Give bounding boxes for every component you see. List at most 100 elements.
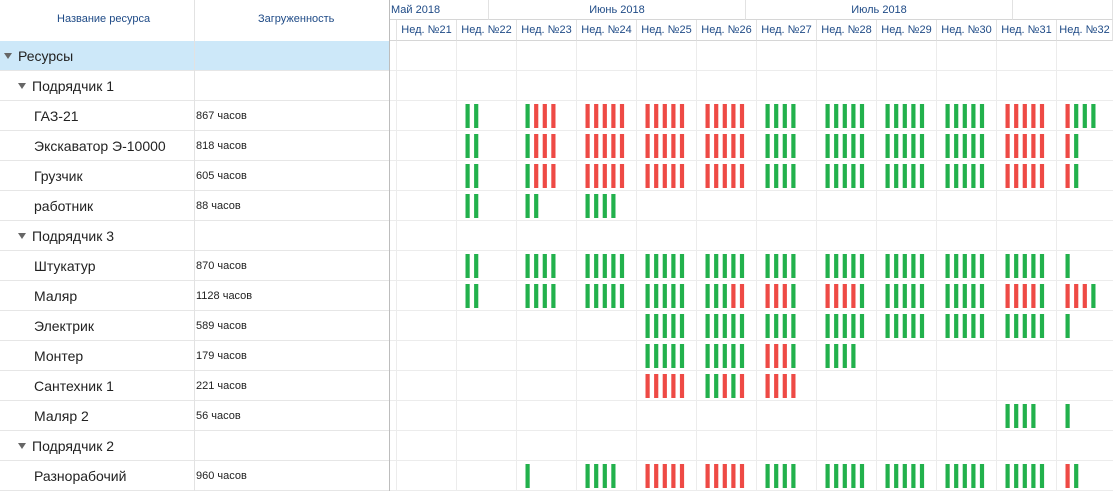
load-bar <box>1074 284 1079 308</box>
expand-triangle-icon[interactable] <box>18 443 26 449</box>
load-bar <box>919 164 925 188</box>
load-bar <box>885 314 890 338</box>
load-bar <box>1022 254 1027 278</box>
load-bar <box>714 104 719 128</box>
load-bar <box>662 374 667 398</box>
load-bar <box>919 134 925 158</box>
load-bar <box>1005 314 1010 338</box>
load-bar <box>594 134 599 158</box>
load-bar <box>739 374 745 398</box>
load-bar <box>1022 404 1027 428</box>
load-bar <box>885 284 890 308</box>
expand-triangle-icon[interactable] <box>4 53 12 59</box>
load-bar <box>645 464 650 488</box>
load-bar <box>954 464 959 488</box>
load-bar <box>731 344 736 368</box>
load-bar <box>774 104 779 128</box>
load-bar <box>979 104 985 128</box>
expand-triangle-icon[interactable] <box>18 83 26 89</box>
week-header: Нед. №25 <box>637 20 697 41</box>
load-bar <box>791 344 796 368</box>
load-bar <box>962 464 967 488</box>
resource-load: 818 часов <box>196 140 247 152</box>
load-bar <box>654 344 659 368</box>
load-bar <box>1065 464 1070 488</box>
load-bar <box>765 164 770 188</box>
load-bar <box>619 284 625 308</box>
load-bar <box>1022 134 1027 158</box>
load-bar <box>894 464 899 488</box>
load-bar <box>791 314 796 338</box>
load-bar <box>474 284 479 308</box>
load-bar <box>705 284 710 308</box>
load-bar <box>1005 464 1010 488</box>
resource-name: Штукатур <box>34 258 96 274</box>
load-bar <box>731 254 736 278</box>
load-bar <box>774 314 779 338</box>
load-bar <box>765 374 770 398</box>
load-bar <box>1022 314 1027 338</box>
load-bar <box>902 104 907 128</box>
load-bar <box>534 254 539 278</box>
load-bar <box>851 104 856 128</box>
load-bar <box>1082 284 1087 308</box>
load-bar <box>594 284 599 308</box>
load-bar <box>1005 104 1010 128</box>
load-bar <box>902 284 907 308</box>
load-bar <box>791 104 796 128</box>
load-bar <box>1022 464 1027 488</box>
resource-name: Подрядчик 1 <box>32 78 115 94</box>
load-bar <box>602 464 607 488</box>
expand-triangle-icon[interactable] <box>18 233 26 239</box>
load-bar <box>671 464 676 488</box>
load-bar <box>774 464 779 488</box>
load-bar <box>611 194 616 218</box>
resource-load: 88 часов <box>196 200 241 212</box>
load-bar <box>782 344 787 368</box>
resource-load: 870 часов <box>196 260 247 272</box>
resource-load: 867 часов <box>196 110 247 122</box>
load-bar <box>1014 314 1019 338</box>
resource-load: 589 часов <box>196 320 247 332</box>
load-bar <box>774 344 779 368</box>
load-bar <box>671 374 676 398</box>
load-bar <box>645 104 650 128</box>
load-bar <box>1065 404 1070 428</box>
load-bar <box>791 164 796 188</box>
load-bar <box>1082 104 1087 128</box>
month-july: Июль 2018 <box>746 0 1013 20</box>
load-bar <box>611 134 616 158</box>
resource-name: Маляр <box>34 288 78 304</box>
load-bar <box>585 194 590 218</box>
load-bar <box>1091 284 1096 308</box>
load-bar <box>971 314 976 338</box>
load-bar <box>474 254 479 278</box>
load-bar <box>739 314 745 338</box>
resource-name: Подрядчик 3 <box>32 228 115 244</box>
load-bar <box>859 164 865 188</box>
load-bar <box>611 284 616 308</box>
resource-name: работник <box>34 198 94 214</box>
load-bar <box>851 314 856 338</box>
load-bar <box>1074 134 1079 158</box>
load-bar <box>1039 134 1045 158</box>
load-bar <box>885 254 890 278</box>
column-header-load[interactable]: Загруженность <box>258 13 334 25</box>
load-bar <box>525 284 530 308</box>
load-bar <box>971 464 976 488</box>
load-bar <box>739 104 745 128</box>
load-bar <box>1022 104 1027 128</box>
load-bar <box>645 164 650 188</box>
resource-name: Подрядчик 2 <box>32 438 115 454</box>
load-bar <box>894 254 899 278</box>
load-bar <box>851 344 856 368</box>
load-bar <box>851 134 856 158</box>
load-bar <box>971 164 976 188</box>
load-bar <box>782 374 787 398</box>
load-bar <box>645 374 650 398</box>
column-header-name[interactable]: Название ресурса <box>57 13 150 25</box>
load-bar <box>739 284 745 308</box>
load-bar <box>1031 464 1036 488</box>
load-bar <box>662 284 667 308</box>
load-bar <box>585 284 590 308</box>
